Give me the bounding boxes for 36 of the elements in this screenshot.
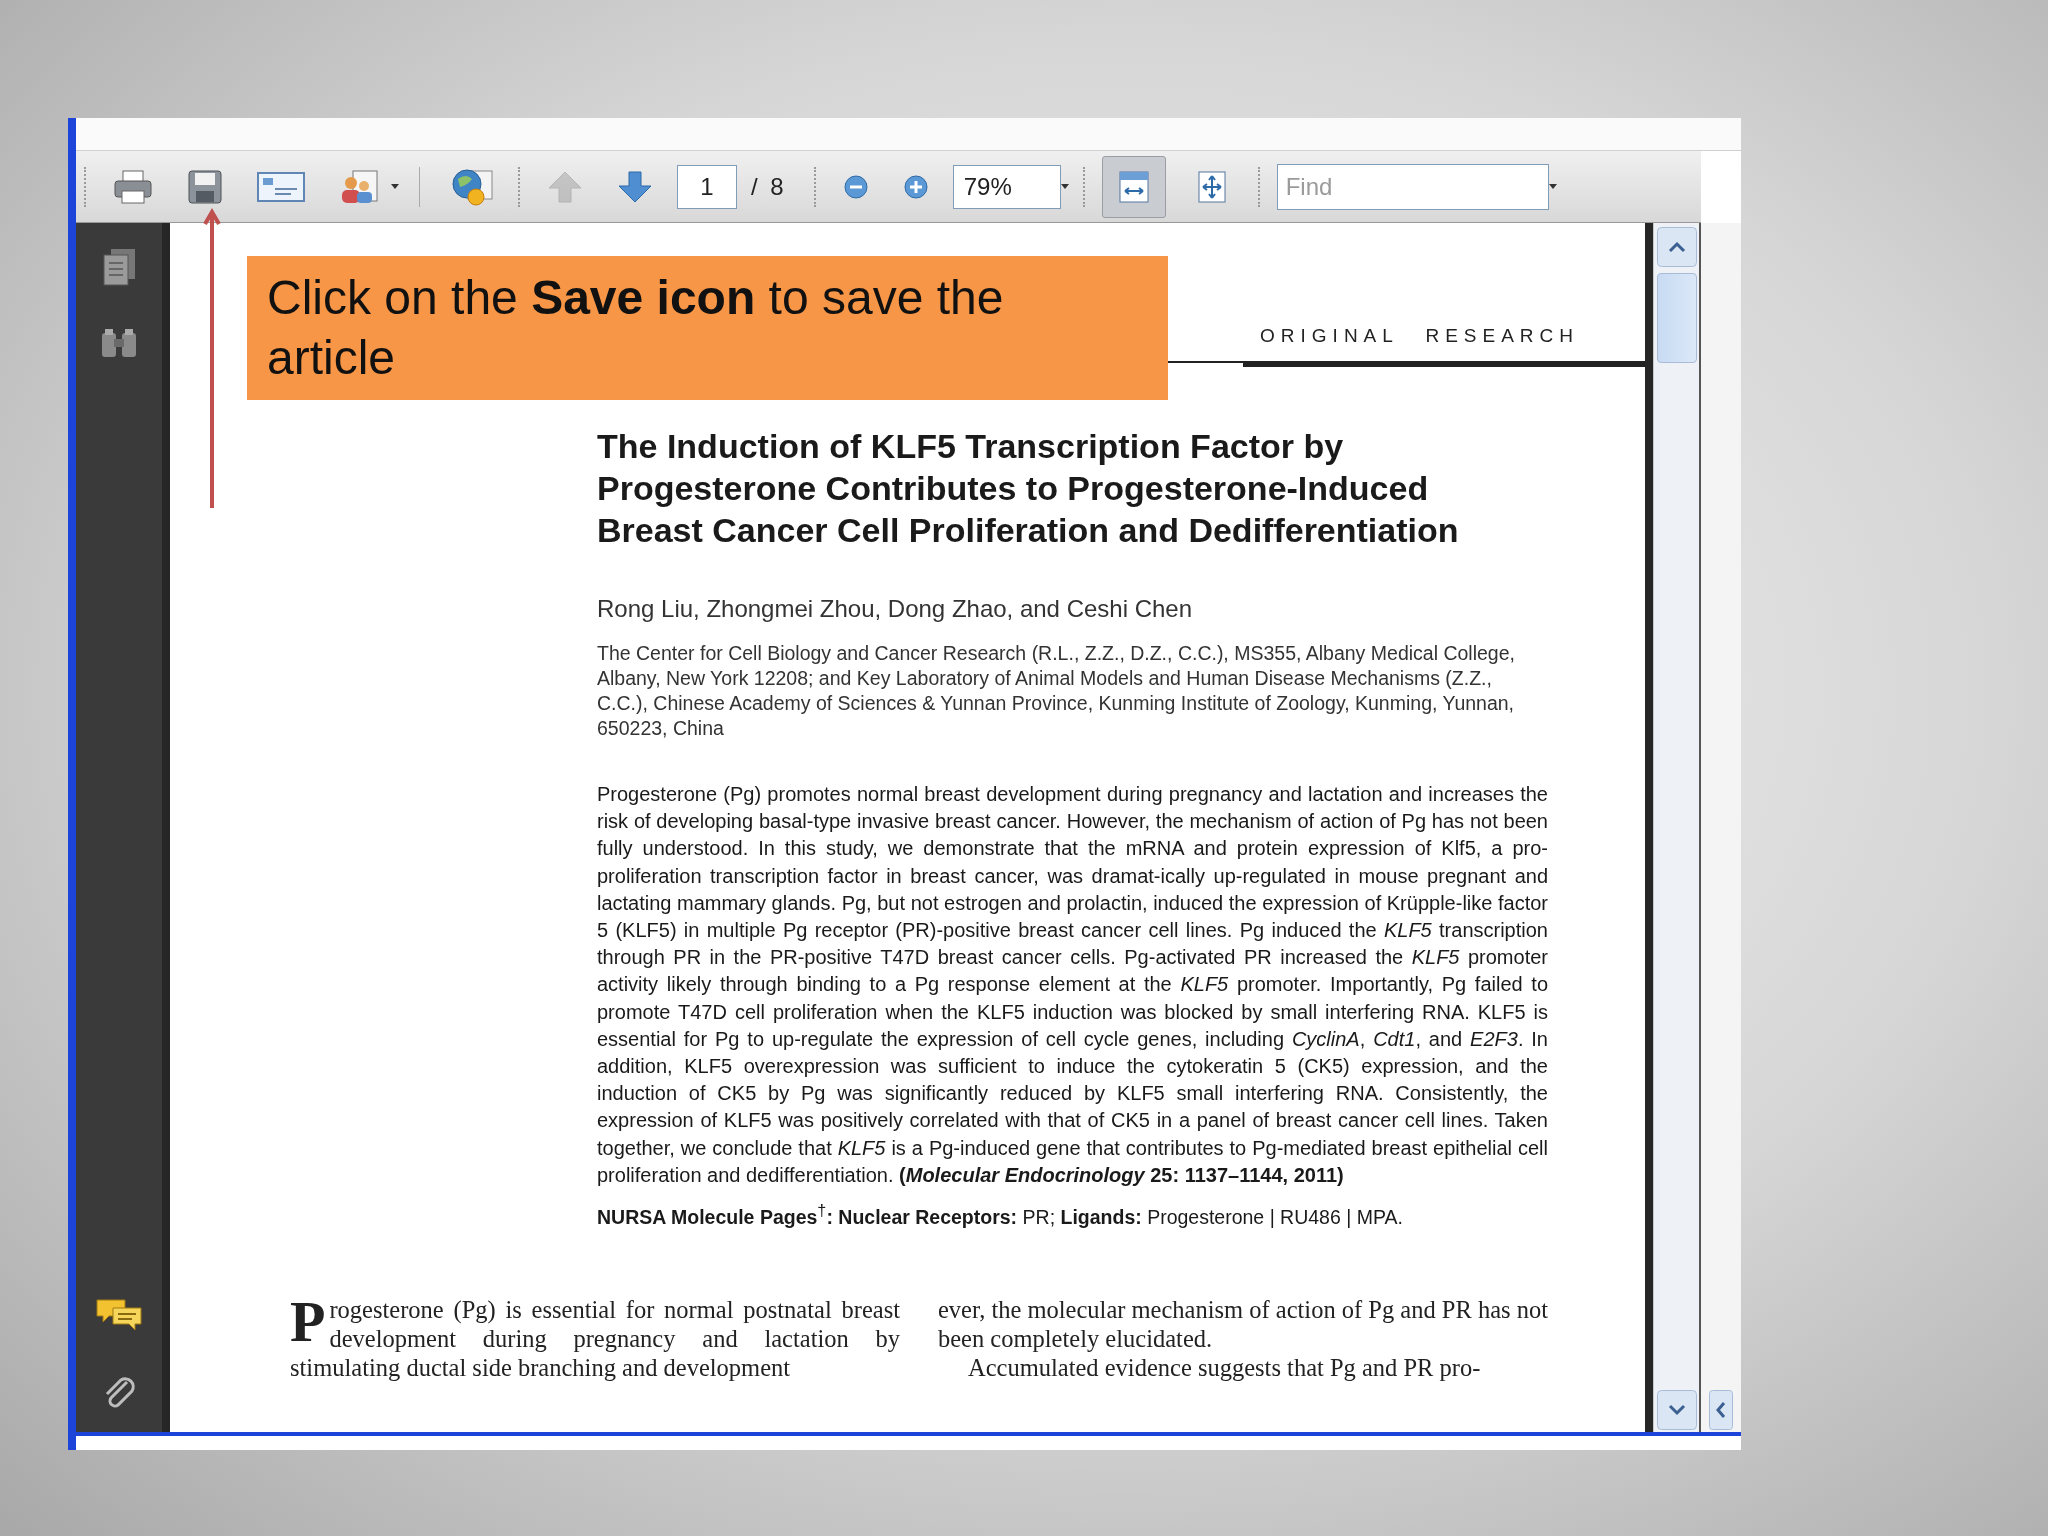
article-title: Progesterone Contributes to Progesterone-Induced [597,468,1430,509]
comments-icon[interactable] [95,1296,143,1332]
fit-width-icon [1116,169,1151,204]
find-field[interactable]: Find [1276,163,1549,210]
fit-width-button[interactable] [1101,155,1166,218]
down-arrow-icon[interactable] [617,169,653,204]
scroll-up-icon[interactable] [1656,227,1697,267]
article-title: Breast Cancer Cell Proliferation and Dedifferentiation [597,510,1460,551]
zoom-out-icon[interactable] [842,173,869,200]
body-paragraph: ever, the molecular mechanism of action of Pg and PR has not been completely elucidated. [938,1294,1548,1353]
people-icon[interactable] [339,168,381,205]
caret-icon[interactable] [391,184,399,189]
zoom-in-icon[interactable] [902,173,929,200]
authors: Rong Liu, Zhongmei Zhou, Dong Zhao, and Ceshi Chen [597,595,1194,623]
body-paragraph: Accumulated evidence suggests that Pg and PR pro- [967,1352,1482,1382]
zoom-field[interactable]: 79% [952,164,1061,209]
email-icon[interactable] [257,171,305,202]
page-number-field[interactable]: 1 [677,164,737,209]
globe-icon[interactable] [450,166,494,207]
scroll-down-icon[interactable] [1656,1390,1697,1430]
caret-icon[interactable] [1060,184,1069,189]
scroll-thumb[interactable] [1656,273,1697,363]
caret-icon[interactable] [1548,184,1557,189]
callout: Click on the Save icon to save the article [247,256,1168,400]
keywords: NURSA Molecule Pages$^{†}$: Nuclear Receptors: PR; Ligands: Progesterone | RU486 | MPA. [597,1201,1404,1229]
article-title: The Induction of KLF5 Transcription Factor by [597,426,1345,467]
binoculars-icon[interactable] [99,327,139,359]
page-count: / 8 [751,172,784,201]
scrollbar[interactable] [1653,223,1699,1432]
pages-icon[interactable] [101,247,137,287]
print-icon[interactable] [113,168,153,205]
section-label: ORIGINAL RESEARCH [1260,325,1579,347]
affiliation: The Center for Cell Biology and Cancer Research (R.L., Z.Z., D.Z., C.C.), MS355, Albany Medical College, Albany, New York 12208; and Key Laboratory of Animal Models and Human Disease Mechanisms (Z.Z., C.C.), Chinese Academy of Sciences & Yunnan Province, Kunming Institute of Zoology, Kunming, Yunnan, 650223, China [597,641,1516,741]
collapse-icon[interactable] [1709,1390,1733,1430]
save-icon[interactable] [187,168,223,205]
abstract: Progesterone (Pg) promotes normal breast development during pregnancy and lactation and increases the risk of developing basal-type invasive breast cancer. However, the mechanism of action of Pg has not been fully understood. In this study, we demonstrate that the mRNA and protein expression of Klf5, a pro-proliferation transcription factor in breast cancer, was dramat-ically up-regulated in mouse pregnant and lactating mammary glands. Pg, but not estrogen and prolactin, induced the expression of Krüpple-like factor 5 (KLF5) in multiple Pg receptor (PR)-positive breast cancer cell lines. Pg induced the KLF5 transcription through PR in the PR-positive T47D breast cancer cells. Pg-activated PR increased the KLF5 promoter activity likely through binding to a Pg response element at the KLF5 promoter. Importantly, Pg failed to promote T47D cell proliferation when the KLF5 induction was blocked by small interfering RNA. KLF5 is essential for Pg to up-regulate the expression of cell cycle genes, including CyclinA, Cdt1, and E2F3. In addition, KLF5 overexpression was sufficient to induce the cytokeratin 5 (CK5) expression, and the induction of CK5 by Pg was significantly reduced by KLF5 small interfering RNA. Consistently, the expression of KLF5 was positively correlated with that of CK5 in a panel of breast cancer cell lines. Taken together, we conclude that KLF5 is a Pg-induced gene that contributes to Pg-mediated breast epithelial cell proliferation and dedifferentiation. (Molecular Endocrinology 25: 1137–1144, 2011) [597,782,1548,1188]
